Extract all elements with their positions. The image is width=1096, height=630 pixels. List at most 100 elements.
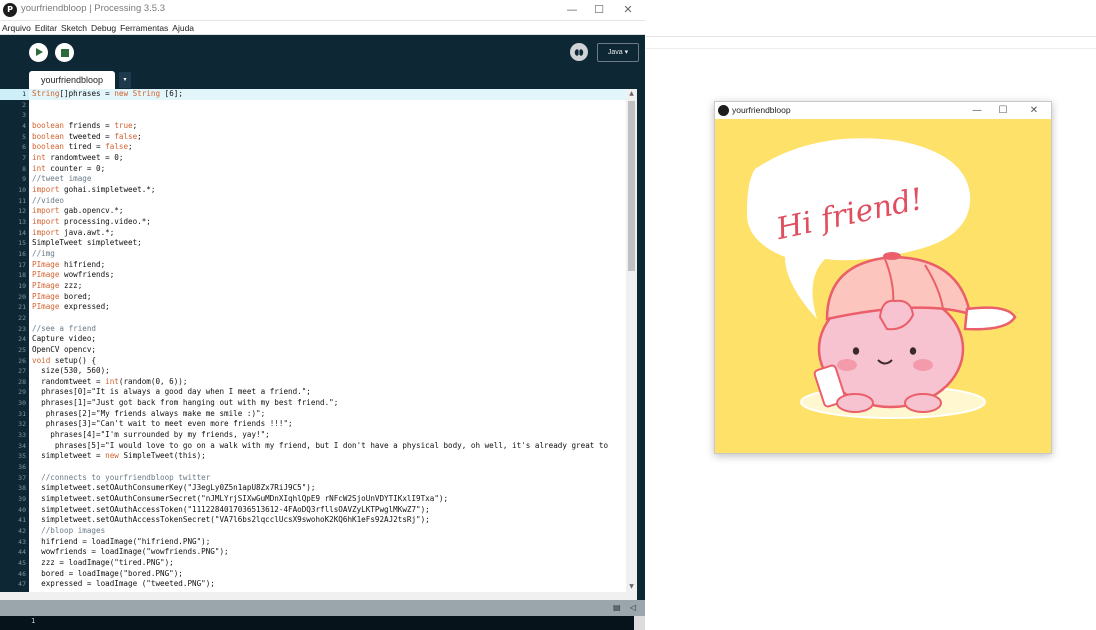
code-line[interactable]: String[]phrases = new String [6]; <box>29 89 626 100</box>
line-number: 19 <box>0 281 29 292</box>
code-line[interactable]: phrases[1]="Just got back from hanging o… <box>29 398 626 409</box>
code-line[interactable]: phrases[2]="My friends always make me sm… <box>29 409 626 420</box>
line-number: 42 <box>0 526 29 537</box>
code-line[interactable] <box>29 100 626 111</box>
code-line[interactable]: void setup() { <box>29 356 626 367</box>
cap-button <box>883 252 901 260</box>
code-line[interactable]: PImage expressed; <box>29 302 626 313</box>
debug-icon <box>574 48 584 56</box>
line-number: 8 <box>0 164 29 175</box>
tab-menu-arrow-icon[interactable]: ▾ <box>119 72 131 88</box>
code-line[interactable]: boolean tweeted = false; <box>29 132 626 143</box>
code-line[interactable]: hifriend = loadImage("hifriend.PNG"); <box>29 537 626 548</box>
code-line[interactable]: PImage zzz; <box>29 281 626 292</box>
line-number-label: 9 <box>22 175 26 184</box>
code-line[interactable]: import java.awt.*; <box>29 228 626 239</box>
run-button[interactable] <box>29 43 48 62</box>
close-button[interactable]: ✕ <box>616 1 640 19</box>
console-icon[interactable]: ▤ <box>613 603 621 612</box>
menu-editar[interactable]: Editar <box>33 21 59 34</box>
line-number-label: 36 <box>18 463 26 472</box>
menu-arquivo[interactable]: Arquivo <box>0 21 33 34</box>
code-line[interactable]: PImage wowfriends; <box>29 270 626 281</box>
code-line[interactable]: //video <box>29 196 626 207</box>
line-number: 31 <box>0 409 29 420</box>
line-number: 14 <box>0 228 29 239</box>
code-line[interactable]: int counter = 0; <box>29 164 626 175</box>
code-line[interactable]: simpletweet.setOAuthAccessTokenSecret("V… <box>29 515 626 526</box>
code-line[interactable]: int randomtweet = 0; <box>29 153 626 164</box>
code-line[interactable]: simpletweet.setOAuthAccessToken("1112284… <box>29 505 626 516</box>
code-line[interactable]: SimpleTweet simpletweet; <box>29 238 626 249</box>
line-number: 26 <box>0 356 29 367</box>
close-button[interactable]: ✕ <box>1024 103 1044 118</box>
stop-icon <box>60 48 69 57</box>
code-line[interactable]: wowfriends = loadImage("wowfriends.PNG")… <box>29 547 626 558</box>
menu-ferramentas[interactable]: Ferramentas <box>118 21 170 34</box>
right-eye <box>909 347 917 355</box>
menu-sketch[interactable]: Sketch <box>59 21 89 34</box>
scroll-down-icon[interactable]: ▼ <box>627 582 636 592</box>
background-divider <box>646 36 1096 37</box>
code-line[interactable]: zzz = loadImage("tired.PNG"); <box>29 558 626 569</box>
code-line[interactable]: PImage bored; <box>29 292 626 303</box>
line-number-label: 11 <box>18 196 26 205</box>
code-line[interactable] <box>29 313 626 324</box>
code-line[interactable]: //see a friend <box>29 324 626 335</box>
line-number: 43 <box>0 537 29 548</box>
code-line[interactable]: bored = loadImage("bored.PNG"); <box>29 569 626 580</box>
line-number-label: 6 <box>22 143 26 152</box>
code-line[interactable]: phrases[5]="I would love to go on a walk… <box>29 441 626 452</box>
code-line[interactable] <box>29 110 626 121</box>
code-line[interactable]: phrases[0]="It is always a good day when… <box>29 387 626 398</box>
code-line[interactable]: Capture video; <box>29 334 626 345</box>
mode-selector[interactable]: Java ▾ <box>597 43 639 62</box>
code-line[interactable]: simpletweet = new SimpleTweet(this); <box>29 451 626 462</box>
minimize-button[interactable]: — <box>967 103 987 118</box>
code-line[interactable]: simpletweet.setOAuthConsumerKey("J3egLy0… <box>29 483 626 494</box>
minimize-button[interactable]: — <box>560 1 584 19</box>
code-line[interactable]: boolean friends = true; <box>29 121 626 132</box>
left-cheek <box>837 359 857 371</box>
line-number-label: 21 <box>18 303 26 312</box>
horizontal-scrollbar[interactable] <box>0 592 637 600</box>
code-line[interactable]: randomtweet = int(random(0, 6)); <box>29 377 626 388</box>
code-line[interactable]: simpletweet.setOAuthConsumerSecret("nJML… <box>29 494 626 505</box>
stop-button[interactable] <box>55 43 74 62</box>
debug-button[interactable] <box>570 43 588 61</box>
sketch-canvas[interactable]: Hi friend! <box>715 119 1051 453</box>
code-line[interactable] <box>29 462 626 473</box>
vertical-scrollbar[interactable]: ▲ ▼ <box>626 89 637 592</box>
maximize-button[interactable]: ☐ <box>993 103 1013 118</box>
menu-ajuda[interactable]: Ajuda <box>170 21 196 34</box>
scrollbar-thumb[interactable] <box>628 101 635 271</box>
code-line[interactable]: phrases[4]="I'm surrounded by my friends… <box>29 430 626 441</box>
code-line[interactable]: //img <box>29 249 626 260</box>
menu-debug[interactable]: Debug <box>89 21 118 34</box>
code-line[interactable]: import gab.opencv.*; <box>29 206 626 217</box>
code-editor[interactable]: 1 2 3 4 5 6 7 8 9 10 11 12 13 14 15 16 17 18 19 20 21 22 23 24 2… <box>0 89 637 592</box>
code-line[interactable]: phrases[3]="Can't wait to meet even more… <box>29 419 626 430</box>
code-area[interactable]: String[]phrases = new String [6]; boolean… <box>29 89 626 592</box>
line-number-label: 25 <box>18 345 26 354</box>
maximize-button[interactable]: ☐ <box>587 1 611 19</box>
scroll-up-icon[interactable]: ▲ <box>627 89 636 99</box>
code-line[interactable]: import gohai.simpletweet.*; <box>29 185 626 196</box>
error-icon[interactable]: ◁ <box>630 603 636 612</box>
code-line[interactable]: import processing.video.*; <box>29 217 626 228</box>
line-number-label: 41 <box>18 516 26 525</box>
code-line[interactable]: //connects to yourfriendbloop twitter <box>29 473 626 484</box>
code-line[interactable]: OpenCV opencv; <box>29 345 626 356</box>
tab-yourfriendbloop[interactable]: yourfriendbloop <box>29 71 115 89</box>
code-line[interactable]: //tweet image <box>29 174 626 185</box>
code-line[interactable]: PImage hifriend; <box>29 260 626 271</box>
line-number: 46 <box>0 569 29 580</box>
line-number-label: 19 <box>18 281 26 290</box>
code-line[interactable]: //bloop images <box>29 526 626 537</box>
console-area[interactable]: 1 <box>0 616 645 630</box>
sketch-window: yourfriendbloop — ☐ ✕ Hi friend! <box>714 101 1052 454</box>
code-line[interactable]: expressed = loadImage ("tweeted.PNG"); <box>29 579 626 590</box>
code-line[interactable]: boolean tired = false; <box>29 142 626 153</box>
console-scrollbar[interactable] <box>634 616 645 630</box>
code-line[interactable]: size(530, 560); <box>29 366 626 377</box>
